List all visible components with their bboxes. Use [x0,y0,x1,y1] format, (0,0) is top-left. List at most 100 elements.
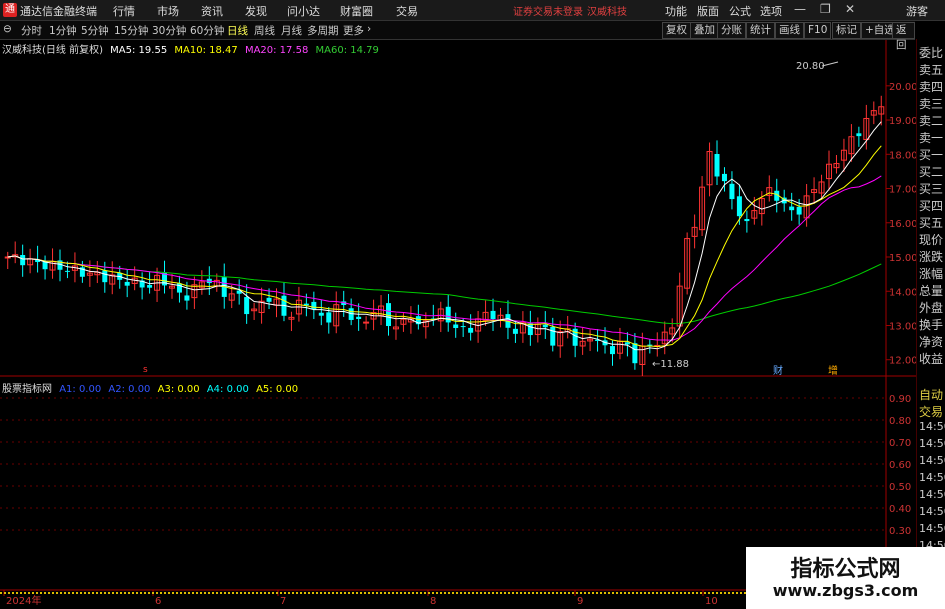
date-dot-156 [156,592,158,594]
date-dot-44 [44,592,46,594]
date-dot-220 [220,592,222,594]
date-dot-720 [720,592,722,594]
date-dot-292 [292,592,294,594]
side-item-7: 买二 [919,165,944,179]
date-dot-644 [644,592,646,594]
date-dot-584 [584,592,586,594]
side-item-18: 收益 [919,352,944,366]
date-dot-168 [168,592,170,594]
date-dot-76 [76,592,78,594]
side-item-0: 委比 [919,46,944,60]
date-dot-144 [144,592,146,594]
date-dot-288 [288,592,290,594]
date-dot-396 [396,592,398,594]
date-dot-80 [80,592,82,594]
price-label-7: 13.00 [889,321,918,332]
date-label-5: 10 [705,596,718,607]
date-dot-8 [8,592,10,594]
candle-body-13 [102,270,108,283]
date-dot-152 [152,592,154,594]
date-dot-656 [656,592,658,594]
date-dot-344 [344,592,346,594]
date-dot-148 [148,592,150,594]
candle-body-73 [550,326,556,346]
date-dot-444 [444,592,446,594]
candle-body-70 [527,323,533,336]
date-dot-352 [352,592,354,594]
date-dot-680 [680,592,682,594]
ma10-value: MA10: 18.47 [174,45,238,56]
date-dot-452 [452,592,454,594]
date-dot-204 [204,592,206,594]
date-dot-24 [24,592,26,594]
a4-value: A4: 0.00 [206,384,249,395]
high-annotation: 20.80 [796,61,825,72]
candle-body-61 [460,326,466,328]
date-dot-376 [376,592,378,594]
candle-body-2 [20,255,26,266]
date-dot-284 [284,592,286,594]
date-dot-460 [460,592,462,594]
date-dot-68 [68,592,70,594]
date-dot-496 [496,592,498,594]
date-dot-456 [456,592,458,594]
candle-body-99 [744,219,750,222]
date-dot-712 [712,592,714,594]
date-dot-200 [200,592,202,594]
side-lower-item-8: 14:50 [919,522,945,535]
date-dot-4 [4,592,6,594]
a2-value: A2: 0.00 [108,384,151,395]
date-dot-208 [208,592,210,594]
date-dot-652 [652,592,654,594]
date-dot-324 [324,592,326,594]
date-dot-464 [464,592,466,594]
date-dot-716 [716,592,718,594]
side-lower-item-1: 交易 [919,405,944,419]
side-lower-item-2: 14:50 [919,420,945,433]
ma10-line [7,145,882,348]
date-dot-240 [240,592,242,594]
date-dot-48 [48,592,50,594]
date-dot-360 [360,592,362,594]
date-dot-184 [184,592,186,594]
date-dot-244 [244,592,246,594]
date-dot-364 [364,592,366,594]
candle-body-97 [729,183,735,200]
candle-body-43 [326,312,332,323]
date-dot-308 [308,592,310,594]
candle-body-65 [490,310,496,320]
date-dot-300 [300,592,302,594]
date-dot-536 [536,592,538,594]
date-dot-256 [256,592,258,594]
ma-legend: 汉威科技(日线 前复权) MA5: 19.55 MA10: 18.47 MA20… [2,41,383,56]
date-dot-60 [60,592,62,594]
ind-label-6: 0.30 [889,526,911,537]
ind-label-0: 0.90 [889,394,911,405]
marker-cai: 财 [773,364,783,377]
candle-body-60 [453,324,459,329]
candle-body-114 [856,133,862,137]
ind-label-2: 0.70 [889,438,911,449]
date-dot-36 [36,592,38,594]
date-dot-64 [64,592,66,594]
date-dot-596 [596,592,598,594]
candle-body-72 [542,324,548,328]
date-dot-724 [724,592,726,594]
side-item-6: 买一 [919,148,944,162]
date-dot-604 [604,592,606,594]
candle-body-106 [796,206,802,215]
date-dot-28 [28,592,30,594]
side-item-12: 涨跌 [919,250,944,264]
kline-chart[interactable]: 20.00 19.00 18.00 17.00 16.00 15.00 14.00 13.00… [0,0,945,609]
date-dot-132 [132,592,134,594]
candle-body-48 [363,321,370,324]
date-dot-408 [408,592,410,594]
date-dot-332 [332,592,334,594]
candle-body-32 [244,297,250,315]
date-dot-52 [52,592,54,594]
ind-label-1: 0.80 [889,416,911,427]
date-dot-676 [676,592,678,594]
candle-body-35 [266,297,272,302]
a5-value: A5: 0.00 [256,384,299,395]
date-dot-728 [728,592,730,594]
